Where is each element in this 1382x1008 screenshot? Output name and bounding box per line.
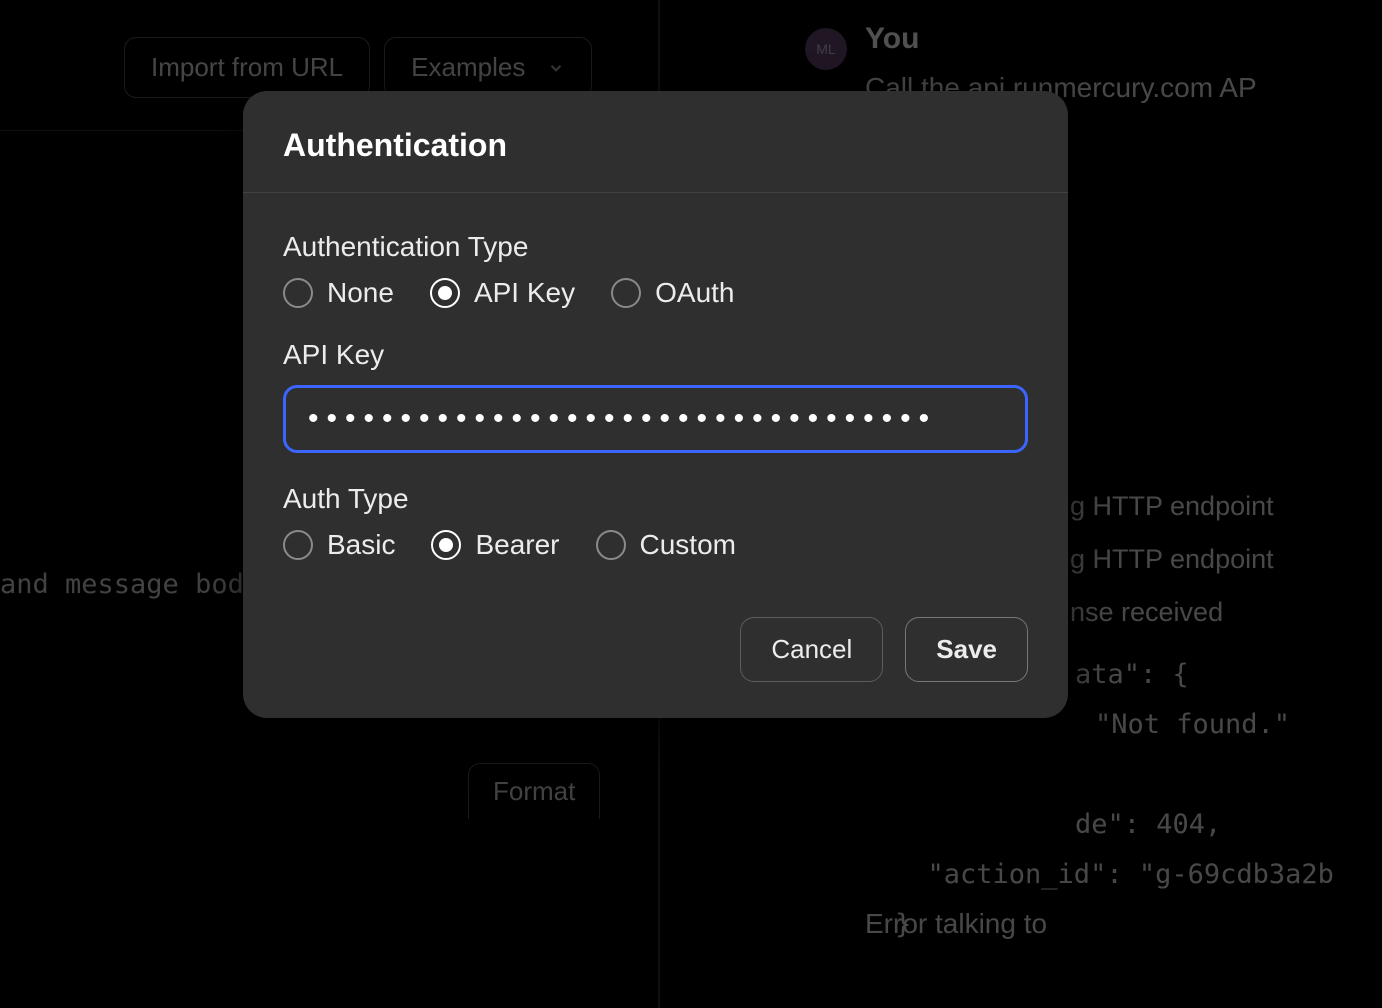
radio-icon (431, 530, 461, 560)
code-snippet-left: and message body" (0, 569, 276, 600)
save-label: Save (936, 634, 997, 664)
radio-icon (283, 278, 313, 308)
authentication-type-options: None API Key OAuth (283, 277, 1028, 309)
radio-custom[interactable]: Custom (596, 529, 736, 561)
examples-dropdown[interactable]: Examples (384, 37, 592, 98)
auth-type-label: Auth Type (283, 483, 1028, 515)
radio-icon (283, 530, 313, 560)
format-button[interactable]: Format (468, 763, 600, 819)
radio-label: Bearer (475, 529, 559, 561)
you-label: You (865, 22, 919, 56)
format-label: Format (493, 776, 575, 806)
save-button[interactable]: Save (905, 617, 1028, 682)
cancel-button[interactable]: Cancel (740, 617, 883, 682)
radio-bearer[interactable]: Bearer (431, 529, 559, 561)
cancel-label: Cancel (771, 634, 852, 664)
chevron-down-icon (547, 59, 565, 77)
endpoint-line: nse received (1070, 586, 1274, 639)
radio-none[interactable]: None (283, 277, 394, 309)
radio-label: API Key (474, 277, 575, 309)
radio-icon (611, 278, 641, 308)
radio-icon (430, 278, 460, 308)
authentication-type-group: Authentication Type None API Key OAuth (283, 231, 1028, 309)
examples-label: Examples (411, 52, 525, 83)
authentication-modal: Authentication Authentication Type None … (243, 91, 1068, 718)
api-key-group: API Key (283, 339, 1028, 453)
radio-icon (596, 530, 626, 560)
modal-body: Authentication Type None API Key OAuth A… (243, 193, 1068, 611)
import-label: Import from URL (151, 52, 343, 83)
radio-label: Basic (327, 529, 395, 561)
radio-basic[interactable]: Basic (283, 529, 395, 561)
modal-header: Authentication (243, 91, 1068, 193)
modal-footer: Cancel Save (243, 611, 1068, 718)
radio-label: None (327, 277, 394, 309)
radio-label: OAuth (655, 277, 734, 309)
bg-toolbar: Import from URL Examples (124, 37, 592, 98)
api-key-input[interactable] (283, 385, 1028, 453)
modal-title: Authentication (283, 127, 1028, 164)
endpoint-lines: g HTTP endpoint g HTTP endpoint nse rece… (1070, 480, 1274, 639)
api-key-label: API Key (283, 339, 1028, 371)
radio-api-key[interactable]: API Key (430, 277, 575, 309)
import-from-url-button[interactable]: Import from URL (124, 37, 370, 98)
endpoint-line: g HTTP endpoint (1070, 480, 1274, 533)
endpoint-line: g HTTP endpoint (1070, 533, 1274, 586)
auth-type-group: Auth Type Basic Bearer Custom (283, 483, 1028, 561)
avatar-initials: ML (816, 41, 835, 57)
radio-label: Custom (640, 529, 736, 561)
error-text: Error talking to (865, 908, 1047, 940)
authentication-type-label: Authentication Type (283, 231, 1028, 263)
radio-oauth[interactable]: OAuth (611, 277, 734, 309)
avatar: ML (805, 28, 847, 70)
auth-type-options: Basic Bearer Custom (283, 529, 1028, 561)
